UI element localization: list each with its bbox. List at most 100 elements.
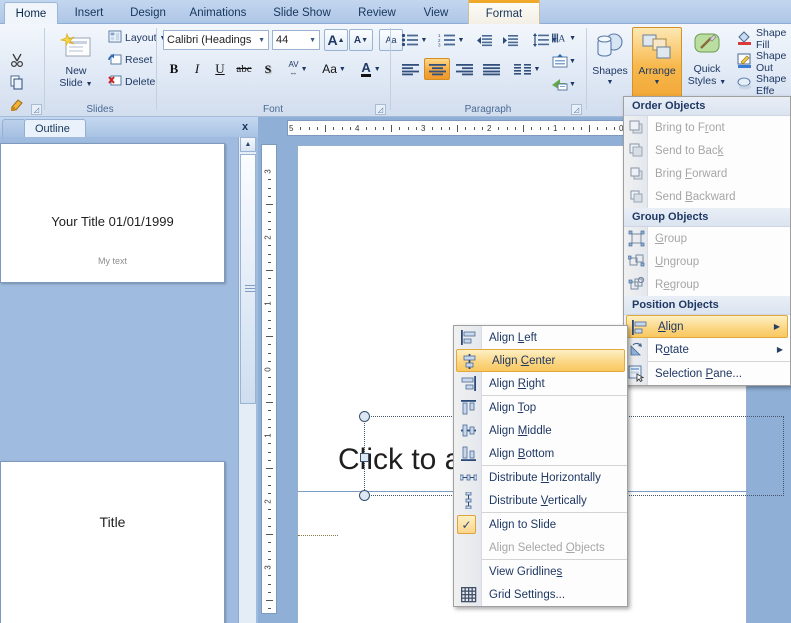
copy-icon[interactable] bbox=[6, 72, 28, 92]
slide-thumbnail-1[interactable]: Your Title 01/01/1999 My text bbox=[0, 143, 225, 283]
new-slide-button[interactable]: New Slide ▼ bbox=[49, 27, 103, 99]
quick-styles-label-2: Styles ▼ bbox=[687, 75, 727, 87]
menu-item-send-to-back-label: Send to Back bbox=[655, 144, 724, 157]
pane-scrollbar[interactable]: ▲ bbox=[238, 137, 256, 623]
menu-item-grid-settings[interactable]: Grid Settings... bbox=[454, 583, 627, 606]
menu-item-bring-to-front[interactable]: Bring to Front bbox=[624, 116, 790, 139]
menu-item-align-selected-objects[interactable]: Align Selected Objects bbox=[454, 536, 627, 559]
menu-item-align-to-slide[interactable]: ✓ Align to Slide bbox=[454, 513, 627, 536]
slide-thumbnail-2[interactable]: Title bbox=[0, 461, 225, 623]
font-size-combo[interactable]: 44 ▼ bbox=[272, 30, 320, 50]
menu-item-align-right[interactable]: Align Right bbox=[454, 372, 627, 395]
selection-handle-bottom-left[interactable] bbox=[359, 490, 370, 501]
numbering-button[interactable]: 123 ▼ bbox=[434, 29, 468, 51]
pane-tab-outline[interactable]: Outline bbox=[24, 119, 86, 137]
tab-review[interactable]: Review bbox=[348, 2, 406, 24]
selection-handle-top-left[interactable] bbox=[359, 411, 370, 422]
scroll-up-icon[interactable]: ▲ bbox=[240, 137, 256, 152]
menu-item-send-to-back[interactable]: Send to Back bbox=[624, 139, 790, 162]
shapes-button[interactable]: Shapes ▼ bbox=[589, 27, 631, 99]
v-ruler-tick: 2 bbox=[263, 499, 273, 504]
bullets-button[interactable]: ▼ bbox=[397, 29, 431, 51]
menu-item-regroup[interactable]: Regroup bbox=[624, 273, 790, 296]
menu-item-selection-pane-label: Selection Pane... bbox=[655, 367, 742, 380]
bold-button[interactable]: B bbox=[163, 58, 185, 80]
columns-button[interactable]: ▼ bbox=[510, 58, 544, 80]
menu-item-group[interactable]: Group bbox=[624, 227, 790, 250]
cut-icon[interactable] bbox=[6, 50, 28, 70]
strikethrough-button[interactable]: abc bbox=[232, 58, 256, 80]
format-painter-icon[interactable] bbox=[6, 94, 28, 114]
clipboard-dialog-launcher[interactable]: ◿ bbox=[31, 104, 42, 115]
character-spacing-button[interactable]: AV ↔ ▼ bbox=[281, 58, 315, 80]
arrange-label: Arrange bbox=[638, 65, 676, 77]
reset-button[interactable]: Reset bbox=[105, 50, 155, 70]
vertical-ruler[interactable]: 3 2 1 0 1 2 3 bbox=[261, 144, 277, 614]
align-right-button[interactable] bbox=[451, 58, 477, 80]
delete-slide-button[interactable]: Delete bbox=[105, 72, 155, 92]
text-direction-button[interactable]: A ▼ bbox=[551, 27, 577, 49]
shrink-font-button[interactable]: A ▼ bbox=[349, 29, 373, 51]
menu-item-align-top[interactable]: Align Top bbox=[454, 396, 627, 419]
menu-item-view-gridlines[interactable]: View Gridlines bbox=[454, 560, 627, 583]
decrease-indent-button[interactable] bbox=[473, 29, 497, 51]
menu-item-ungroup[interactable]: Ungroup bbox=[624, 250, 790, 273]
grow-font-button[interactable]: A ▲ bbox=[324, 29, 348, 51]
selection-handle-middle-left[interactable] bbox=[360, 453, 369, 462]
align-left-button[interactable] bbox=[397, 58, 423, 80]
tab-design[interactable]: Design bbox=[120, 2, 176, 24]
align-text-icon bbox=[552, 54, 568, 68]
shape-effects-button[interactable]: Shape Effe bbox=[735, 73, 791, 97]
justify-button[interactable] bbox=[478, 58, 504, 80]
italic-button[interactable]: I bbox=[186, 58, 208, 80]
line-spacing-icon bbox=[533, 33, 550, 47]
arrange-dropdown-menu[interactable]: Order Objects Bring to Front Send to Bac… bbox=[623, 96, 791, 386]
align-submenu[interactable]: Align Left Align Center Align Right Alig… bbox=[453, 325, 628, 607]
shape-effects-label: Shape Effe bbox=[756, 73, 787, 97]
menu-item-rotate[interactable]: Rotate ▶ bbox=[624, 338, 790, 361]
paragraph-dialog-launcher[interactable]: ◿ bbox=[571, 104, 582, 115]
scrollbar-thumb[interactable] bbox=[240, 154, 256, 404]
menu-item-align-center[interactable]: Align Center bbox=[456, 349, 625, 372]
font-color-button[interactable]: A ▼ bbox=[356, 58, 386, 80]
tab-view[interactable]: View bbox=[412, 2, 460, 24]
menu-item-distribute-horizontally[interactable]: Distribute Horizontally bbox=[454, 466, 627, 489]
menu-item-align-left[interactable]: Align Left bbox=[454, 326, 627, 349]
svg-text:A: A bbox=[558, 34, 565, 45]
quick-styles-button[interactable]: Quick Styles ▼ bbox=[683, 27, 731, 99]
close-pane-icon[interactable]: x bbox=[238, 120, 252, 134]
tab-home[interactable]: Home bbox=[4, 2, 58, 24]
convert-to-smartart-button[interactable]: ▼ bbox=[551, 73, 577, 95]
menu-item-selection-pane[interactable]: Selection Pane... bbox=[624, 362, 790, 385]
arrange-button[interactable]: Arrange ▼ bbox=[632, 27, 682, 99]
menu-item-distribute-vertically[interactable]: Distribute Vertically bbox=[454, 489, 627, 512]
pane-tab-slides[interactable] bbox=[2, 119, 26, 137]
reset-label: Reset bbox=[125, 54, 153, 66]
tab-animations[interactable]: Animations bbox=[180, 2, 256, 24]
shape-fill-button[interactable]: Shape Fill ▼ bbox=[735, 27, 791, 51]
font-dialog-launcher[interactable]: ◿ bbox=[375, 104, 386, 115]
underline-button[interactable]: U bbox=[209, 58, 231, 80]
menu-item-align-selected-objects-label: Align Selected Objects bbox=[489, 541, 605, 554]
layout-button[interactable]: Layout ▼ bbox=[105, 28, 166, 48]
text-shadow-button[interactable]: S bbox=[257, 58, 279, 80]
tab-slide-show[interactable]: Slide Show bbox=[262, 2, 342, 24]
tab-insert[interactable]: Insert bbox=[62, 2, 116, 24]
align-top-icon bbox=[460, 399, 477, 416]
menu-item-send-backward[interactable]: Send Backward bbox=[624, 185, 790, 208]
menu-item-align[interactable]: Align ▶ bbox=[626, 315, 788, 338]
menu-item-align-middle[interactable]: Align Middle bbox=[454, 419, 627, 442]
shape-outline-button[interactable]: Shape Out bbox=[735, 50, 791, 74]
h-ruler-tick: 3 bbox=[421, 124, 426, 133]
menu-item-bring-forward[interactable]: Bring Forward bbox=[624, 162, 790, 185]
increase-indent-button[interactable] bbox=[499, 29, 523, 51]
menu-item-align-top-label: Align Top bbox=[489, 401, 537, 414]
align-text-button[interactable]: ▼ bbox=[551, 50, 577, 72]
menu-item-align-bottom[interactable]: Align Bottom bbox=[454, 442, 627, 465]
change-case-button[interactable]: Aa ▼ bbox=[317, 58, 351, 80]
font-name-combo[interactable]: Calibri (Headings ▼ bbox=[163, 30, 269, 50]
tab-format[interactable]: Format bbox=[468, 0, 540, 24]
align-center-button[interactable] bbox=[424, 58, 450, 80]
horizontal-ruler[interactable]: 543210 bbox=[287, 120, 647, 136]
ungroup-icon bbox=[627, 253, 645, 270]
